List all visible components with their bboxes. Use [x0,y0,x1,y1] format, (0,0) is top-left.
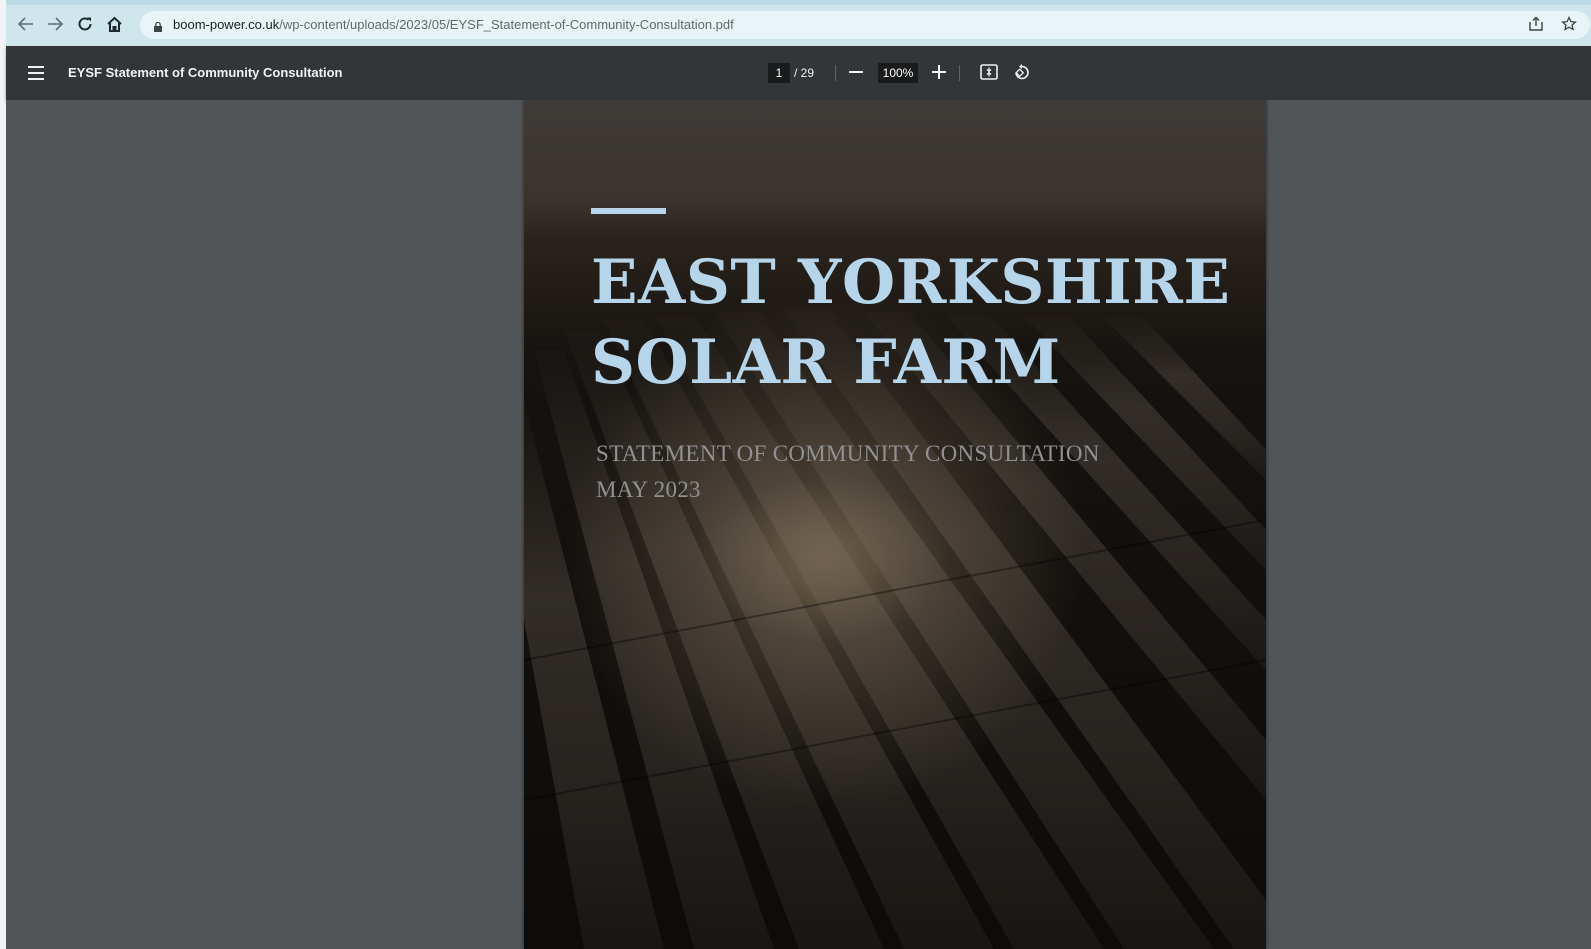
solar-panels-image [524,100,1266,949]
browser-toolbar: boom-power.co.uk/wp-content/uploads/2023… [6,0,1591,46]
document-main-title: EAST YORKSHIRE SOLAR FARM [591,243,1251,403]
rotate-icon[interactable] [1011,61,1033,83]
lock-icon[interactable] [154,19,162,32]
toolbar-divider [959,65,960,81]
forward-arrow-icon[interactable] [44,13,66,35]
zoom-out-icon[interactable] [845,61,867,83]
document-date: MAY 2023 [596,477,701,502]
reload-icon[interactable] [74,13,96,35]
title-line-1: EAST YORKSHIRE [591,247,1231,318]
url-host: boom-power.co.uk [173,17,280,32]
title-line-2: SOLAR FARM [591,327,1061,398]
menu-icon[interactable] [28,66,44,80]
back-arrow-icon[interactable] [15,13,37,35]
url-path: /wp-content/uploads/2023/05/EYSF_Stateme… [279,17,734,32]
pdf-page: EAST YORKSHIRE SOLAR FARM STATEMENT OF C… [524,100,1266,949]
pdf-viewer[interactable]: EAST YORKSHIRE SOLAR FARM STATEMENT OF C… [6,100,1591,949]
tab-strip-edge [6,0,1591,5]
document-subtitle: STATEMENT OF COMMUNITY CONSULTATION MAY … [596,436,1100,508]
title-accent-bar [591,208,666,214]
zoom-in-icon[interactable] [928,61,950,83]
page-total: / 29 [794,66,815,80]
address-bar[interactable]: boom-power.co.uk/wp-content/uploads/2023… [140,11,1590,39]
bookmark-star-icon[interactable] [1561,15,1577,36]
subtitle-text: STATEMENT OF COMMUNITY CONSULTATION [596,441,1100,466]
share-icon[interactable] [1528,16,1544,35]
pdf-toolbar: EYSF Statement of Community Consultation… [6,46,1591,100]
url-text[interactable]: boom-power.co.uk/wp-content/uploads/2023… [173,17,734,32]
document-title: EYSF Statement of Community Consultation [68,65,343,80]
fit-to-page-icon[interactable] [978,61,1000,83]
zoom-input[interactable]: 100% [878,63,918,83]
home-icon[interactable] [103,13,125,35]
page-number-input[interactable]: 1 [768,63,790,83]
toolbar-divider [835,65,836,81]
